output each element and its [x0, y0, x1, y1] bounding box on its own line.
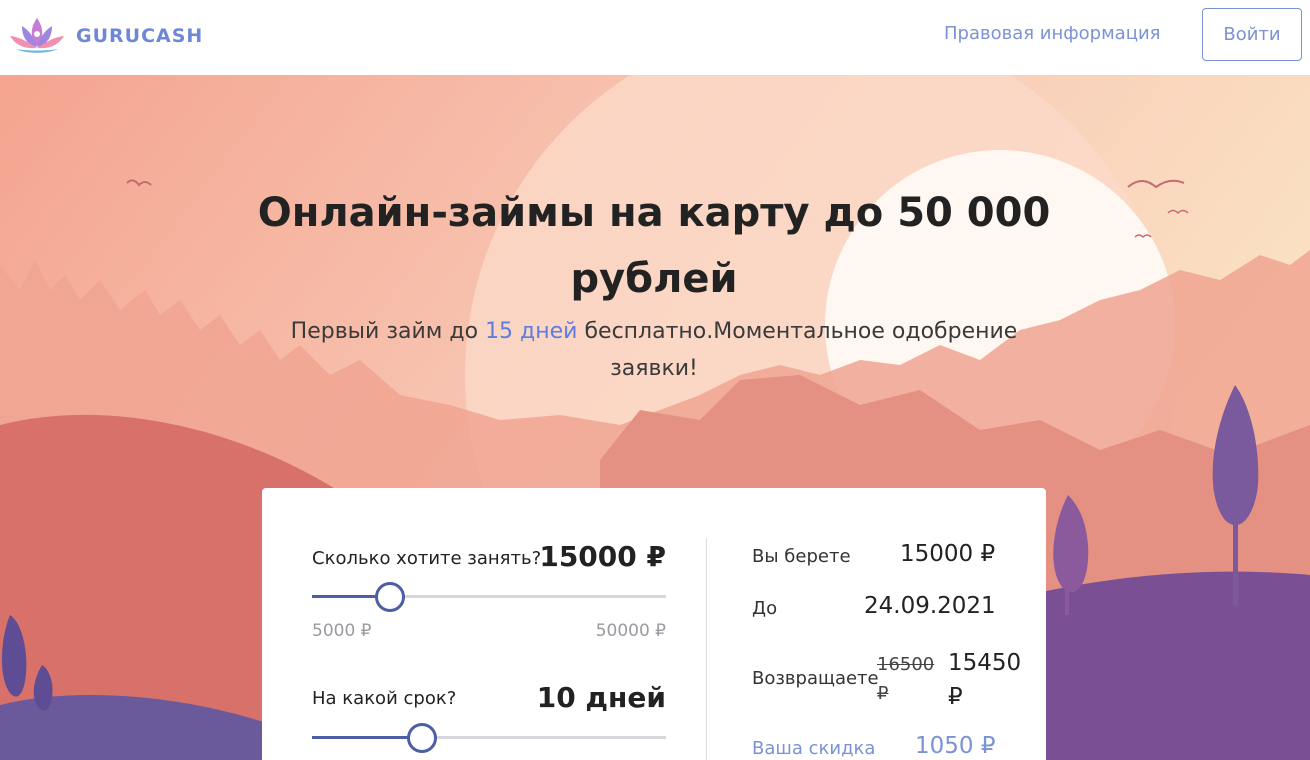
subtitle-accent: 15 дней — [485, 319, 578, 344]
term-value: 10 дней — [536, 681, 666, 714]
subtitle-text-end: бесплатно.Моментальное одобрение заявки! — [577, 319, 1018, 381]
take-label: Вы берете — [752, 546, 851, 567]
term-slider-fill — [312, 736, 422, 739]
card-divider — [706, 538, 707, 760]
return-label: Возвращаете — [752, 668, 879, 689]
hero-section: Онлайн-займы на карту до 50 000 рублей П… — [0, 75, 1310, 760]
discount-value: 1050 ₽ — [915, 733, 996, 759]
term-label: На какой срок? — [312, 688, 457, 709]
top-bar: GURUCASH Правовая информация Войти — [0, 0, 1310, 75]
legal-info-link[interactable]: Правовая информация — [944, 23, 1160, 44]
brand-name: GURUCASH — [76, 25, 204, 47]
amount-max-label: 50000 ₽ — [595, 621, 666, 641]
login-button[interactable]: Войти — [1202, 8, 1302, 61]
new-return-amount: 15450 ₽ — [948, 650, 1022, 710]
hero-subtitle: Первый займ до 15 дней бесплатно.Момента… — [260, 313, 1048, 387]
old-return-amount: 16500 ₽ — [877, 654, 935, 704]
subtitle-text-start: Первый займ до — [290, 319, 486, 344]
loan-calculator-card: Сколько хотите занять? 15000 ₽ 5000 ₽ 50… — [262, 488, 1046, 760]
amount-slider-handle[interactable] — [374, 582, 405, 612]
lotus-icon — [10, 18, 64, 53]
amount-min-label: 5000 ₽ — [312, 621, 372, 641]
until-date: 24.09.2021 — [864, 593, 996, 619]
term-slider-handle[interactable] — [406, 723, 437, 753]
take-value: 15000 ₽ — [900, 541, 996, 567]
amount-label: Сколько хотите занять? — [312, 548, 542, 569]
discount-label: Ваша скидка — [752, 738, 876, 759]
until-label: До — [752, 598, 778, 619]
amount-value: 15000 ₽ — [539, 540, 666, 573]
hero-title: Онлайн-займы на карту до 50 000 рублей — [257, 190, 1051, 302]
logo[interactable]: GURUCASH — [8, 16, 203, 56]
